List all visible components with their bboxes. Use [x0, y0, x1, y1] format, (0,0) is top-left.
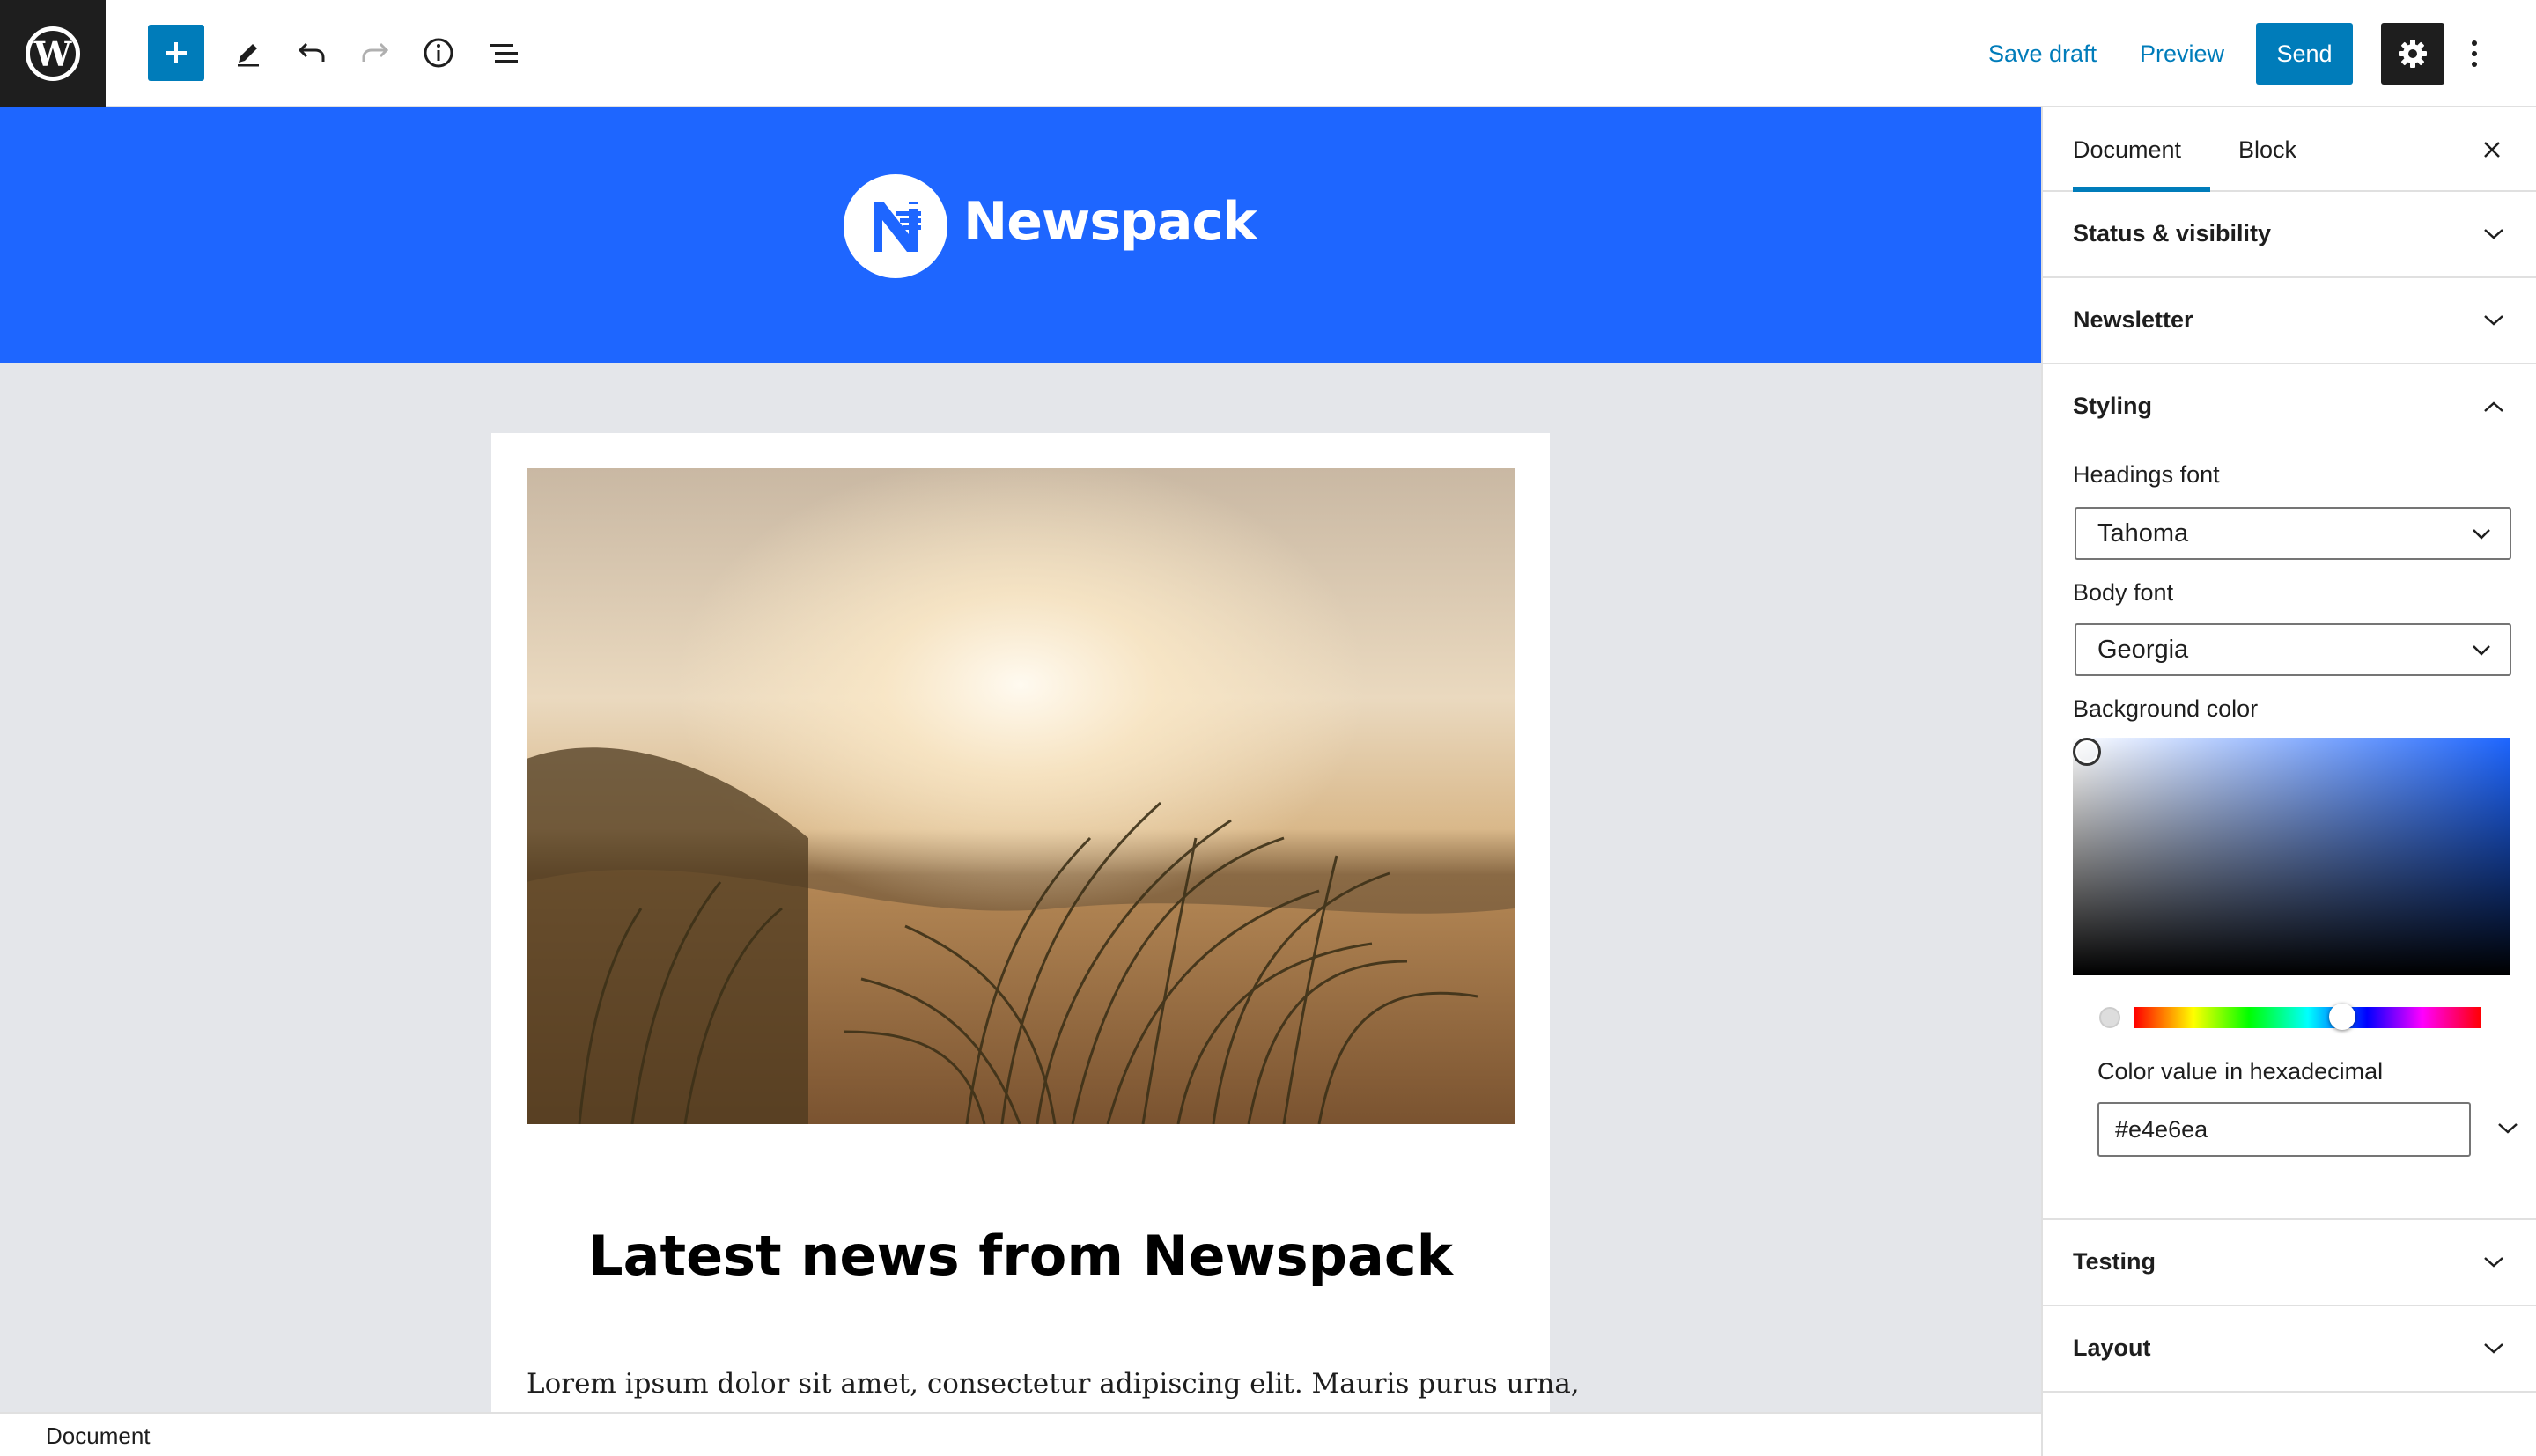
chevron-down-icon [2476, 1331, 2511, 1366]
undo-icon [298, 42, 325, 62]
color-swatch-preview [2099, 1007, 2120, 1028]
save-draft-button[interactable]: Save draft [1988, 32, 2097, 76]
panel-title: Layout [2073, 1335, 2151, 1361]
color-picker-handle[interactable] [2073, 738, 2101, 766]
body-font-value: Georgia [2097, 636, 2189, 664]
pencil-icon [238, 44, 259, 67]
add-block-button[interactable] [148, 25, 204, 81]
newspack-logo-icon [844, 174, 947, 278]
more-options-button[interactable] [2457, 23, 2492, 85]
block-breadcrumb-bar: Document [0, 1412, 2041, 1456]
close-sidebar-button[interactable] [2474, 132, 2510, 167]
hue-slider-thumb[interactable] [2329, 1004, 2356, 1030]
wordpress-logo-button[interactable]: W [0, 0, 106, 107]
list-view-icon [490, 44, 518, 63]
tab-document[interactable]: Document [2073, 107, 2210, 192]
panel-status-visibility[interactable]: Status & visibility [2043, 192, 2536, 278]
chevron-down-icon [2476, 303, 2511, 338]
hero-image[interactable] [527, 468, 1515, 1124]
panel-title-styling[interactable]: Styling [2073, 393, 2152, 420]
editor-canvas: Newspack Latest news from Newspack Lorem… [0, 107, 2041, 1412]
close-icon [2484, 142, 2500, 158]
redo-icon [362, 42, 389, 62]
background-color-label: Background color [2073, 695, 2259, 722]
plus-icon [166, 42, 187, 63]
body-font-select[interactable]: Georgia [2075, 623, 2511, 676]
panel-layout[interactable]: Layout [2043, 1306, 2536, 1393]
chevron-down-icon [2476, 217, 2511, 252]
hex-color-input[interactable]: #e4e6ea [2097, 1102, 2471, 1157]
preview-button[interactable]: Preview [2140, 32, 2224, 76]
settings-button[interactable] [2381, 23, 2444, 85]
headings-font-value: Tahoma [2097, 519, 2189, 548]
headings-font-select[interactable]: Tahoma [2075, 507, 2511, 560]
editor-toolbar: W Save draft Preview Send [0, 0, 2536, 107]
panel-title: Status & visibility [2073, 220, 2272, 246]
wordpress-icon: W [26, 26, 80, 81]
send-button[interactable]: Send [2256, 23, 2353, 85]
panel-title: Newsletter [2073, 306, 2193, 333]
newsletter-body-paragraph[interactable]: Lorem ipsum dolor sit amet, consectetur … [527, 1368, 1580, 1400]
panel-newsletter[interactable]: Newsletter [2043, 278, 2536, 364]
edit-tools-button[interactable] [220, 25, 276, 81]
chevron-up-icon[interactable] [2476, 389, 2511, 424]
headings-font-label: Headings font [2073, 461, 2220, 488]
color-format-toggle[interactable] [2492, 1113, 2524, 1144]
body-font-label: Body font [2073, 579, 2174, 606]
newsletter-header[interactable]: Newspack [0, 107, 2041, 363]
list-view-button[interactable] [476, 25, 532, 81]
vertical-ellipsis-icon [2472, 40, 2477, 67]
chevron-down-icon [2473, 529, 2490, 540]
undo-button[interactable] [284, 25, 340, 81]
newspack-brand-name: Newspack [963, 191, 1257, 253]
sidebar-tabs: Document Block [2043, 107, 2536, 192]
hex-color-label: Color value in hexadecimal [2097, 1058, 2384, 1085]
redo-button[interactable] [347, 25, 403, 81]
tab-block[interactable]: Block [2238, 107, 2296, 192]
chevron-down-icon [2473, 645, 2490, 656]
newsletter-headline[interactable]: Latest news from Newspack [491, 1224, 1550, 1288]
settings-sidebar: Document Block Status & visibility Newsl… [2041, 107, 2536, 1456]
breadcrumb-document[interactable]: Document [46, 1423, 151, 1450]
hue-slider[interactable] [2134, 1004, 2481, 1030]
panel-title: Testing [2073, 1248, 2156, 1275]
info-icon [424, 38, 453, 68]
chevron-down-icon [2476, 1245, 2511, 1280]
gear-icon [2399, 40, 2427, 68]
newsletter-content: Latest news from Newspack Lorem ipsum do… [491, 433, 1580, 1412]
details-button[interactable] [410, 25, 467, 81]
chevron-down-icon [2498, 1123, 2518, 1134]
color-saturation-picker[interactable] [2073, 738, 2510, 975]
panel-testing[interactable]: Testing [2043, 1220, 2536, 1306]
